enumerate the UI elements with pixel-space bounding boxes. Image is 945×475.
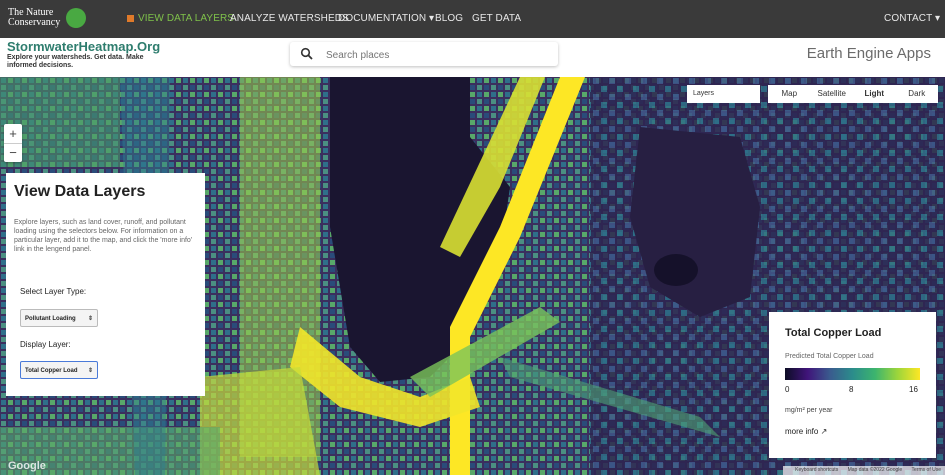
search-icon — [300, 47, 313, 60]
more-info-link[interactable]: more info ↗ — [785, 427, 827, 436]
layer-type-value: Pollutant Loading — [25, 316, 76, 322]
legend-tick-max: 16 — [909, 385, 918, 394]
zoom-in-button[interactable]: + — [4, 124, 22, 143]
map-data-credit: Map data ©2022 Google — [847, 467, 903, 473]
legend-title: Total Copper Load — [785, 327, 882, 339]
display-layer-label: Display Layer: — [20, 340, 71, 349]
nav-contact[interactable]: CONTACT ▾ — [884, 13, 940, 24]
map-type-satellite[interactable]: Satellite — [811, 85, 854, 103]
legend-color-ramp — [785, 368, 920, 380]
top-navigation-bar: The Nature Conservancy VIEW DATA LAYERS … — [0, 0, 945, 38]
display-layer-value: Total Copper Load — [25, 368, 78, 374]
site-tagline: Explore your watersheds. Get data. Make … — [7, 54, 144, 69]
legend-panel: Total Copper Load Predicted Total Copper… — [769, 312, 936, 458]
site-brand[interactable]: StormwaterHeatmap.Org — [7, 39, 160, 54]
panel-title: View Data Layers — [14, 183, 146, 200]
earth-engine-apps-label: Earth Engine Apps — [806, 45, 931, 62]
map-icon — [127, 15, 134, 22]
search-input[interactable] — [324, 46, 548, 64]
legend-subtitle: Predicted Total Copper Load — [785, 353, 874, 360]
nature-conservancy-logo[interactable]: The Nature Conservancy — [8, 6, 88, 30]
view-data-layers-panel: View Data Layers Explore layers, such as… — [6, 173, 205, 396]
layer-type-label: Select Layer Type: — [20, 287, 87, 296]
layer-type-select[interactable]: Pollutant Loading ⇕ — [20, 309, 98, 327]
google-logo: Google — [8, 460, 46, 472]
map-type-dark[interactable]: Dark — [896, 85, 939, 103]
nav-analyze-watersheds[interactable]: ANALYZE WATERSHEDS — [230, 13, 349, 24]
search-box[interactable] — [290, 42, 558, 66]
map-type-map[interactable]: Map — [768, 85, 811, 103]
legend-tick-mid: 8 — [849, 385, 854, 394]
map-attribution: Keyboard shortcuts Map data ©2022 Google… — [783, 466, 945, 475]
terms-link[interactable]: Terms of Use — [912, 467, 941, 473]
layers-dropdown[interactable]: Layers — [687, 85, 760, 103]
zoom-out-button[interactable]: − — [4, 144, 22, 162]
nav-documentation[interactable]: DOCUMENTATION ▾ — [338, 13, 434, 24]
nav-get-data[interactable]: GET DATA — [472, 13, 521, 24]
zoom-control: + − — [4, 124, 22, 162]
logo-text: The Nature Conservancy — [8, 7, 61, 28]
legend-tick-min: 0 — [785, 385, 790, 394]
select-caret-icon: ⇕ — [87, 368, 93, 374]
legend-unit: mg/m² per year — [785, 407, 833, 414]
select-caret-icon: ⇕ — [87, 316, 93, 322]
nav-view-data-layers[interactable]: VIEW DATA LAYERS — [127, 13, 234, 24]
leaf-icon — [66, 8, 86, 28]
display-layer-select[interactable]: Total Copper Load ⇕ — [20, 361, 98, 379]
keyboard-shortcuts-link[interactable]: Keyboard shortcuts — [795, 467, 838, 473]
map-type-light[interactable]: Light — [853, 85, 896, 103]
panel-description: Explore layers, such as land cover, runo… — [14, 219, 193, 253]
map-type-selector: Map Satellite Light Dark — [768, 85, 938, 103]
nav-blog[interactable]: BLOG — [435, 13, 463, 24]
